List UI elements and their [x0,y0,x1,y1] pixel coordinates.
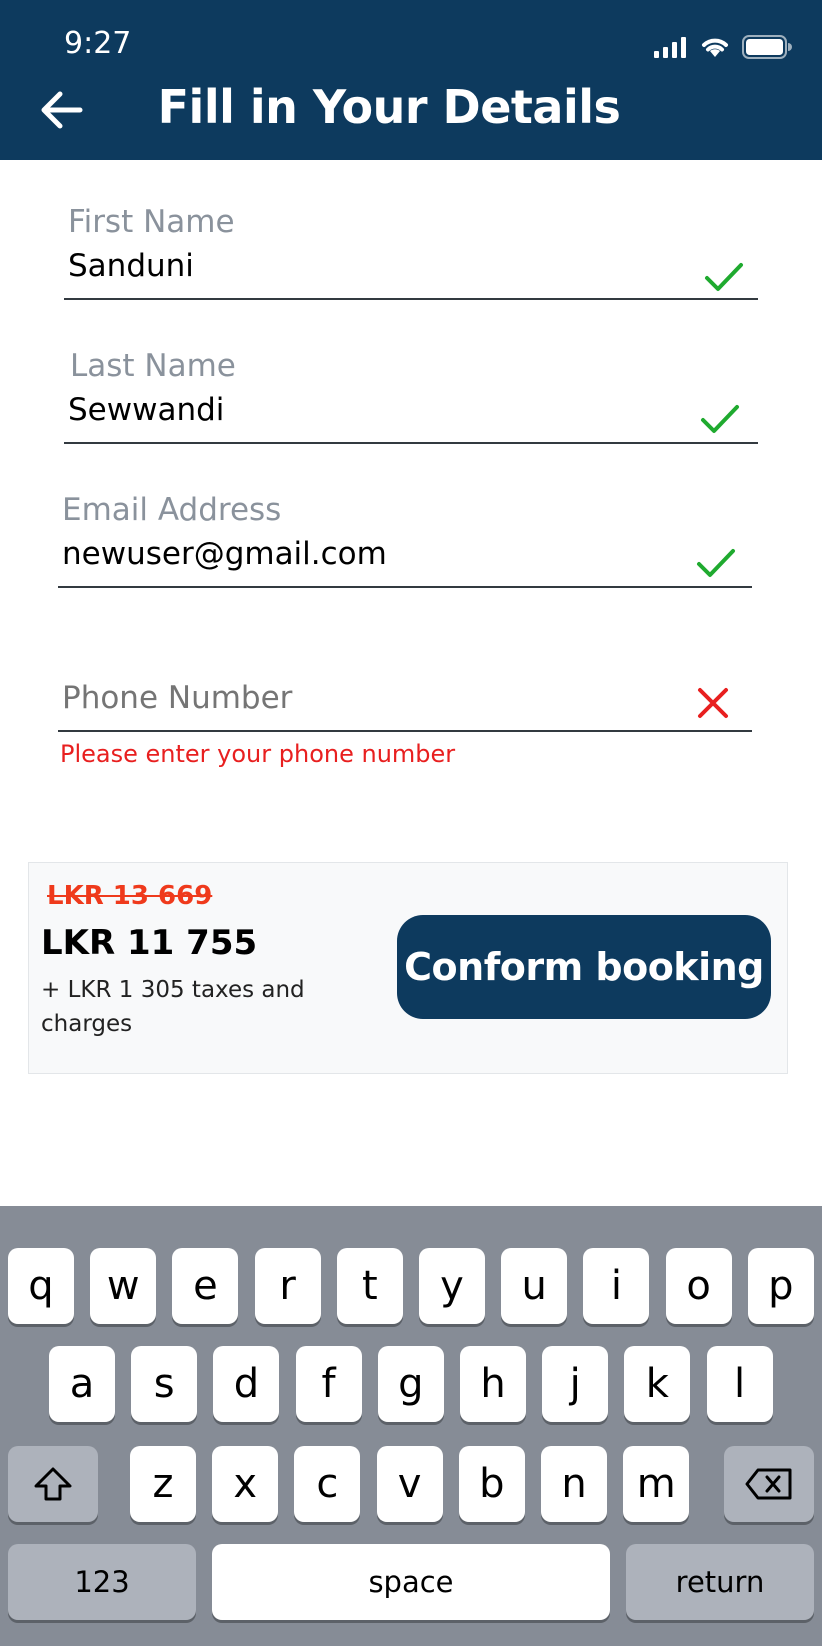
last-name-field: Last Name [64,344,758,446]
original-price: LKR 13 669 [47,881,213,911]
key-e[interactable]: e [172,1248,239,1324]
key-r[interactable]: r [254,1248,321,1324]
numbers-key[interactable]: 123 [8,1544,196,1620]
key-d[interactable]: d [213,1346,280,1422]
key-o[interactable]: o [665,1248,732,1324]
delete-key[interactable] [724,1446,814,1522]
key-u[interactable]: u [501,1248,568,1324]
key-t[interactable]: t [336,1248,403,1324]
checkmark-icon [701,405,739,433]
phone-error-message: Please enter your phone number [60,740,456,768]
space-key[interactable]: space [212,1544,610,1620]
key-l[interactable]: l [706,1346,773,1422]
key-y[interactable]: y [419,1248,485,1324]
checkmark-icon [705,263,743,291]
email-field: Email Address [58,488,752,590]
key-g[interactable]: g [377,1346,444,1422]
first-name-input[interactable] [68,248,668,284]
key-n[interactable]: n [541,1446,607,1522]
key-v[interactable]: v [376,1446,443,1522]
email-underline [58,586,752,588]
app-header: 9:27 Fill in Your Details [0,0,822,160]
first-name-field: First Name [64,200,758,302]
key-h[interactable]: h [460,1346,526,1422]
key-c[interactable]: c [294,1446,361,1522]
first-name-label: First Name [68,204,235,240]
page-title: Fill in Your Details [0,80,822,134]
phone-underline [58,730,752,732]
price-summary-card: LKR 13 669 LKR 11 755 + LKR 1 305 taxes … [28,862,788,1074]
key-s[interactable]: s [131,1346,198,1422]
return-key[interactable]: return [626,1544,814,1620]
key-x[interactable]: x [212,1446,279,1522]
email-input[interactable] [62,536,662,572]
last-name-input[interactable] [68,392,668,428]
key-m[interactable]: m [623,1446,690,1522]
discounted-price: LKR 11 755 [41,923,258,963]
phone-field [58,680,752,734]
key-w[interactable]: w [90,1248,157,1324]
taxes-text: + LKR 1 305 taxes and charges [41,977,305,1037]
on-screen-keyboard: qwertyuiop asdfghjkl zxcvbnm 123 space r… [0,1206,822,1646]
key-a[interactable]: a [49,1346,115,1422]
status-icons [654,32,792,62]
phone-input[interactable] [62,680,662,716]
first-name-underline [64,298,758,300]
key-i[interactable]: i [583,1248,650,1324]
wifi-icon [702,38,728,57]
key-q[interactable]: q [8,1248,74,1324]
key-z[interactable]: z [130,1446,196,1522]
key-f[interactable]: f [295,1346,362,1422]
last-name-label: Last Name [70,348,236,384]
backspace-icon [745,1468,792,1500]
key-k[interactable]: k [624,1346,691,1422]
shift-icon [34,1467,72,1501]
status-time: 9:27 [64,26,132,61]
key-p[interactable]: p [747,1248,814,1324]
last-name-underline [64,442,758,444]
x-icon [698,688,728,718]
checkmark-icon [697,549,735,577]
cellular-signal-icon [654,37,686,58]
battery-icon [742,35,792,59]
shift-key[interactable] [8,1446,98,1522]
confirm-booking-button[interactable]: Conform booking [397,915,771,1019]
email-label: Email Address [62,492,282,528]
page-title-text: Fill in Your Details [157,80,621,134]
key-j[interactable]: j [542,1346,609,1422]
key-b[interactable]: b [458,1446,525,1522]
